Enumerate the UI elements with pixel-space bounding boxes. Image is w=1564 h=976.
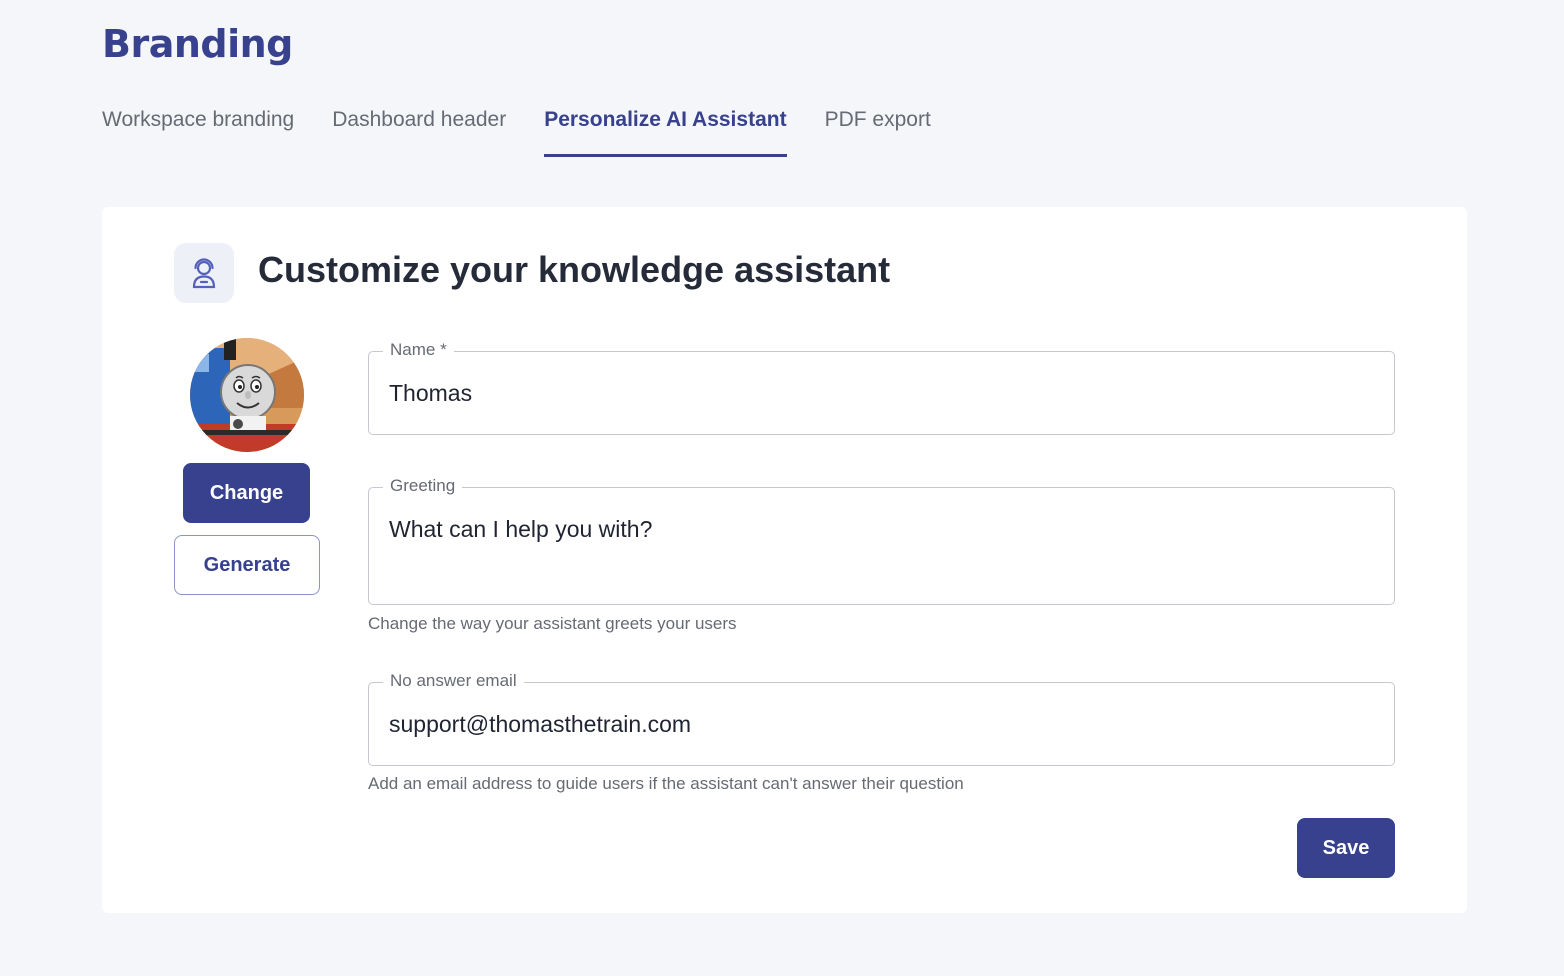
name-field-label: Name * (383, 340, 454, 360)
save-button[interactable]: Save (1297, 818, 1395, 878)
assistant-icon (174, 243, 234, 303)
tab-bar: Workspace branding Dashboard header Pers… (102, 108, 931, 157)
assistant-settings-card: Customize your knowledge assistant Chang… (102, 207, 1467, 913)
no-answer-email-input[interactable]: support@thomasthetrain.com (389, 711, 691, 738)
tab-pdf-export[interactable]: PDF export (825, 108, 931, 157)
no-answer-email-field[interactable]: No answer email support@thomasthetrain.c… (368, 671, 1395, 766)
greeting-helper-text: Change the way your assistant greets you… (368, 614, 737, 633)
page-title: Branding (102, 22, 293, 66)
change-avatar-button[interactable]: Change (183, 463, 310, 523)
name-input[interactable]: Thomas (389, 380, 472, 407)
tab-workspace-branding[interactable]: Workspace branding (102, 108, 294, 157)
tab-personalize-ai-assistant[interactable]: Personalize AI Assistant (544, 108, 787, 157)
branding-page: Branding Workspace branding Dashboard he… (0, 0, 1564, 976)
tab-dashboard-header[interactable]: Dashboard header (332, 108, 506, 157)
greeting-textarea[interactable]: What can I help you with? (389, 516, 652, 543)
no-answer-email-label: No answer email (383, 671, 524, 691)
generate-avatar-button[interactable]: Generate (174, 535, 320, 595)
email-helper-text: Add an email address to guide users if t… (368, 774, 964, 793)
greeting-field-label: Greeting (383, 476, 463, 496)
greeting-field[interactable]: Greeting What can I help you with? (368, 476, 1395, 605)
card-title: Customize your knowledge assistant (258, 249, 891, 290)
name-field[interactable]: Name * Thomas (368, 340, 1395, 435)
assistant-avatar (190, 338, 304, 452)
